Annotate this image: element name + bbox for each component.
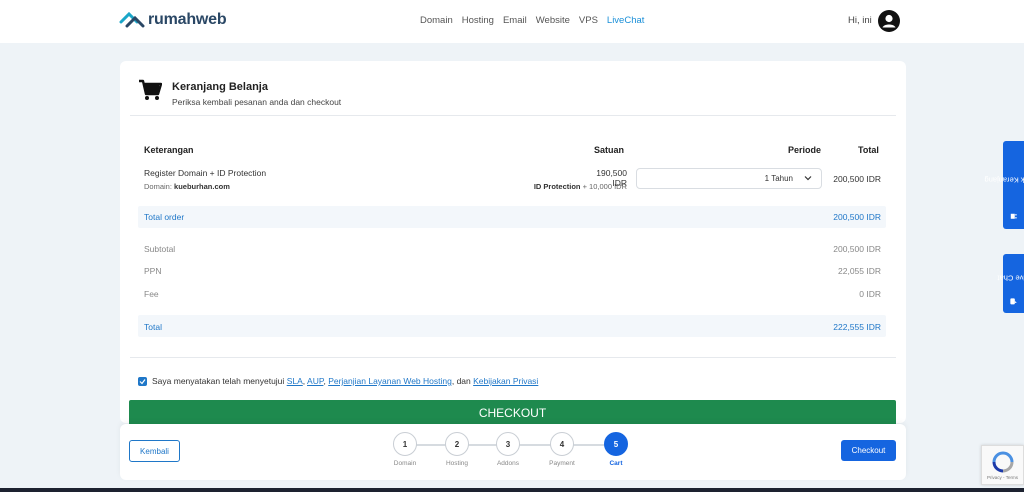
side-tab-live-chat[interactable]: Live Chat [998, 254, 1024, 313]
terms-separator: , [323, 376, 326, 386]
item-name: Register Domain + ID Protection [144, 168, 267, 178]
step-payment[interactable]: 4 [550, 432, 574, 456]
user-avatar-icon[interactable] [878, 10, 900, 32]
ppn-label: PPN [144, 266, 162, 276]
item-domain-value: kueburhan.com [174, 182, 230, 191]
step-label-payment: Payment [549, 460, 575, 467]
step-hosting[interactable]: 2 [445, 432, 469, 456]
step-cart[interactable]: 5 [604, 432, 628, 456]
period-select-value: 1 Tahun [764, 174, 793, 183]
grand-total-value: 222,555 IDR [833, 322, 881, 332]
top-navbar: rumahweb Domain Hosting Email Website VP… [0, 0, 1024, 43]
nav-vps[interactable]: VPS [579, 15, 598, 26]
col-header-total: Total [858, 145, 879, 155]
total-order-row: Total order 200,500 IDR [138, 206, 886, 228]
recaptcha-badge[interactable]: Privacy - Terms [981, 445, 1024, 485]
chat-icon [1010, 298, 1017, 305]
nav-website[interactable]: Website [536, 15, 570, 26]
checkout-stepper-bar: Kembali 1 Domain 2 Hosting 3 Addons 4 Pa… [120, 424, 906, 480]
step-label-addons: Addons [496, 460, 520, 467]
cart-subtitle: Periksa kembali pesanan anda dan checkou… [172, 97, 342, 107]
terms-agreement: Saya menyatakan telah menyetujui SLA, AU… [138, 376, 538, 386]
brand-logo[interactable]: rumahweb [119, 10, 227, 30]
step-label-domain: Domain [393, 460, 417, 467]
subtotal-label: Subtotal [144, 244, 176, 254]
item-addon: ID Protection + 10,000 IDR [500, 182, 627, 191]
page-footer-strip [0, 488, 1024, 492]
terms-text: Saya menyatakan telah menyetujui SLA, AU… [152, 376, 538, 386]
rumahweb-logo-icon [119, 11, 145, 28]
side-tab-chat-label: Live Chat [997, 273, 1024, 283]
grand-total-row: Total 222,555 IDR [138, 315, 886, 337]
total-order-label: Total order [144, 212, 185, 222]
aup-link[interactable]: AUP [307, 376, 323, 386]
terms-prefix: Saya menyatakan telah menyetujui [152, 376, 285, 386]
brand-name: rumahweb [148, 11, 227, 28]
period-select[interactable]: 1 Tahun [636, 168, 822, 189]
checkmark-icon [139, 378, 146, 384]
checkout-button[interactable]: Checkout [841, 440, 896, 461]
checkout-main-button[interactable]: CHECKOUT [129, 400, 896, 424]
main-nav: Domain Hosting Email Website VPS LiveCha… [420, 15, 644, 26]
sla-link[interactable]: SLA [287, 376, 303, 386]
nav-domain[interactable]: Domain [420, 15, 453, 26]
back-button[interactable]: Kembali [129, 440, 180, 462]
nav-email[interactable]: Email [503, 15, 527, 26]
step-addons[interactable]: 3 [496, 432, 520, 456]
shopping-cart-icon [139, 79, 162, 100]
nav-hosting[interactable]: Hosting [462, 15, 494, 26]
terms-separator: , [302, 376, 306, 386]
item-addon-price: + 10,000 IDR [582, 182, 627, 191]
item-total: 200,500 IDR [833, 174, 881, 184]
fee-value: 0 IDR [859, 289, 881, 299]
divider [130, 357, 896, 358]
col-header-description: Keterangan [144, 145, 194, 155]
service-agreement-link[interactable]: Perjanjian Layanan Web Hosting [328, 376, 452, 386]
ppn-value: 22,055 IDR [838, 266, 881, 276]
item-domain-label: Domain: [144, 182, 172, 191]
side-tab-check-cart[interactable]: Check Keranjang [985, 141, 1024, 229]
fee-label: Fee [144, 289, 159, 299]
cart-title: Keranjang Belanja [172, 81, 268, 93]
terms-separator: , dan [451, 376, 471, 386]
step-domain[interactable]: 1 [393, 432, 417, 456]
privacy-policy-link[interactable]: Kebijakan Privasi [473, 376, 538, 386]
side-tab-cart-label: Check Keranjang [984, 175, 1024, 184]
total-order-value: 200,500 IDR [833, 212, 881, 222]
step-label-cart: Cart [609, 460, 623, 467]
chevron-down-icon [804, 176, 812, 181]
item-addon-name: ID Protection [533, 182, 581, 191]
nav-livechat[interactable]: LiveChat [607, 15, 645, 26]
recaptcha-links[interactable]: Privacy - Terms [987, 475, 1018, 480]
cart-header: Keranjang Belanja Periksa kembali pesana… [138, 79, 341, 107]
user-greeting: Hi, ini [848, 15, 872, 26]
col-header-unit: Satuan [594, 145, 625, 155]
cart-card: Keranjang Belanja Periksa kembali pesana… [120, 61, 906, 423]
item-domain: Domain: kueburhan.com [144, 182, 230, 191]
col-header-period: Periode [788, 145, 822, 155]
recaptcha-icon [992, 451, 1013, 472]
subtotal-value: 200,500 IDR [833, 244, 881, 254]
terms-checkbox[interactable] [138, 376, 147, 386]
cart-icon [1011, 213, 1018, 219]
grand-total-label: Total [144, 322, 162, 332]
divider [130, 115, 896, 116]
